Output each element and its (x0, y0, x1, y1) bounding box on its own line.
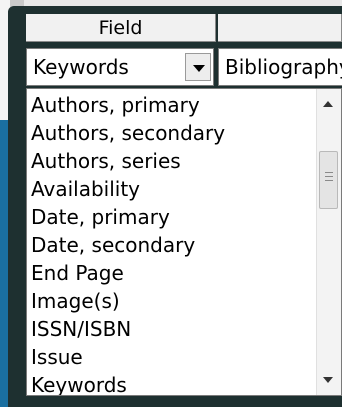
search-in-select-value: Bibliography (225, 55, 342, 79)
second-column-header (218, 14, 342, 42)
grip-line (325, 176, 333, 177)
list-item[interactable]: Authors, primary (31, 91, 225, 119)
list-item[interactable]: Date, primary (31, 203, 225, 231)
list-item[interactable]: Issue (31, 343, 225, 371)
list-item[interactable]: Availability (31, 175, 225, 203)
field-dropdown-list[interactable]: Authors, primary Authors, secondary Auth… (26, 88, 342, 396)
field-options: Authors, primary Authors, secondary Auth… (31, 91, 225, 395)
list-item[interactable]: Date, secondary (31, 231, 225, 259)
list-item[interactable]: Image(s) (31, 287, 225, 315)
grip-line (325, 172, 333, 173)
scroll-down-arrow-icon[interactable] (323, 377, 333, 383)
field-select-value: Keywords (33, 55, 129, 79)
scroll-up-arrow-icon[interactable] (323, 101, 333, 107)
grip-line (325, 180, 333, 181)
list-item[interactable]: Keywords (31, 371, 225, 395)
list-item[interactable]: Authors, series (31, 147, 225, 175)
field-dropdown-button[interactable] (185, 53, 211, 81)
field-select[interactable]: Keywords (26, 48, 214, 86)
list-item[interactable]: Authors, secondary (31, 119, 225, 147)
field-column-header: Field (26, 14, 216, 42)
list-item[interactable]: ISSN/ISBN (31, 315, 225, 343)
vertical-scrollbar[interactable] (316, 89, 341, 395)
search-in-select[interactable]: Bibliography (218, 48, 342, 86)
scrollbar-thumb[interactable] (319, 151, 338, 209)
column-header-row: Field (26, 14, 342, 42)
chevron-down-icon (193, 65, 205, 72)
list-item[interactable]: End Page (31, 259, 225, 287)
